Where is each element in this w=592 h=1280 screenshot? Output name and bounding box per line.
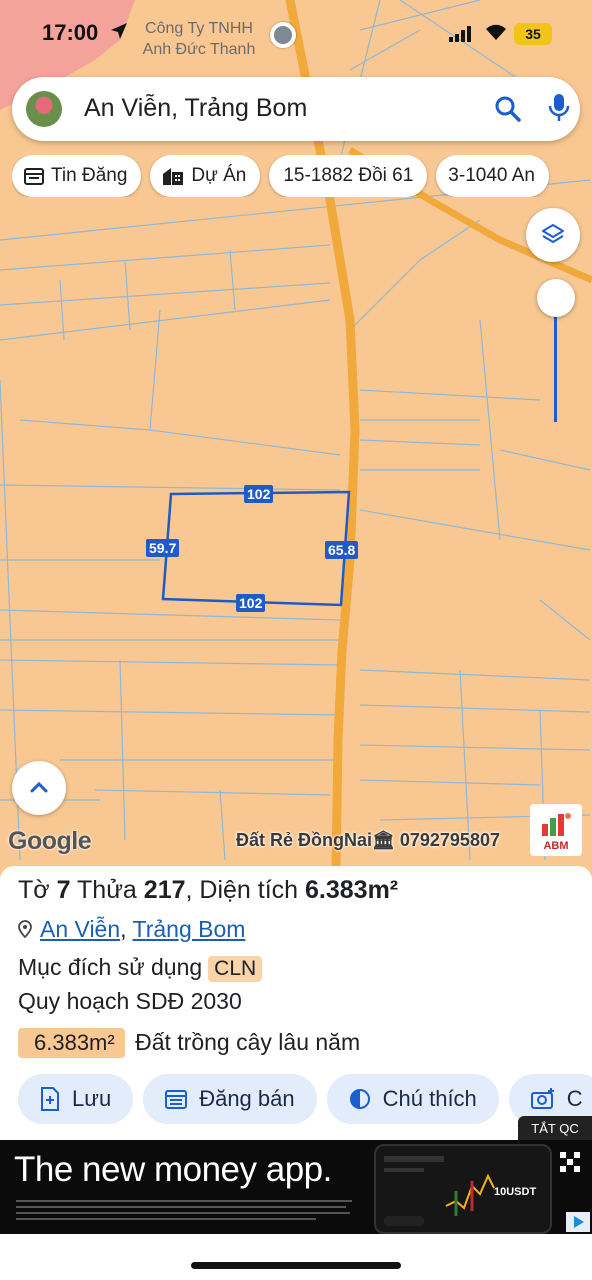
calendar-icon bbox=[24, 168, 44, 185]
location-separator: , bbox=[120, 916, 133, 942]
land-use-purpose: Mục đích sử dụng CLN bbox=[18, 954, 263, 982]
search-input[interactable]: An Viễn, Trảng Bom bbox=[84, 94, 307, 123]
wifi-icon bbox=[484, 22, 508, 47]
district-link[interactable]: Trảng Bom bbox=[133, 916, 246, 942]
action-buttons: Lưu Đăng bán Chú thích C bbox=[18, 1074, 592, 1124]
map-poi-label[interactable]: Công Ty TNHH Anh Đức Thanh bbox=[134, 18, 264, 60]
parcel-top-edge-label: 102 bbox=[244, 485, 274, 503]
calendar-list-icon bbox=[165, 1090, 188, 1109]
save-label: Lưu bbox=[72, 1086, 112, 1111]
cellular-signal-icon bbox=[449, 26, 471, 47]
battery-indicator: 35 bbox=[514, 23, 552, 45]
parcel-number: 217 bbox=[143, 876, 186, 904]
watermark-text: Đất Rẻ ĐồngNai🏛 0792795807 bbox=[236, 830, 500, 850]
avatar[interactable] bbox=[26, 91, 62, 127]
purpose-label: Mục đích sử dụng bbox=[18, 954, 203, 980]
planning-area-row: 6.383m² Đất trồng cây lâu năm bbox=[18, 1028, 360, 1058]
chip-parcel-2[interactable]: 3-1040 An bbox=[436, 155, 549, 197]
location-arrow-icon bbox=[110, 22, 128, 45]
chip-label: 15-1882 Đồi 61 bbox=[283, 165, 414, 186]
opacity-slider-track[interactable] bbox=[554, 300, 557, 422]
search-icon[interactable] bbox=[494, 95, 522, 128]
close-ad-button[interactable]: TẮT QC bbox=[518, 1116, 592, 1142]
chip-tin-dang[interactable]: Tin Đăng bbox=[12, 155, 142, 197]
planning-label: Quy hoạch SDĐ 2030 bbox=[18, 988, 242, 1014]
search-bar[interactable]: An Viễn, Trảng Bom bbox=[12, 77, 580, 141]
ad-phone-image: 10USDT bbox=[374, 1144, 552, 1234]
bottom-bar bbox=[0, 1234, 592, 1280]
title-mid: Thửa bbox=[70, 876, 144, 904]
opacity-slider-handle[interactable] bbox=[537, 279, 575, 317]
building-icon bbox=[163, 168, 184, 185]
poi-pin-icon[interactable] bbox=[270, 22, 296, 48]
post-for-sale-label: Đăng bán bbox=[199, 1086, 295, 1111]
parcel-bottom-edge-label: 102 bbox=[236, 594, 266, 612]
planning-area-badge: 6.383m² bbox=[18, 1028, 125, 1058]
chip-label: 3-1040 An bbox=[448, 165, 535, 186]
ad-headline: The new money app. bbox=[14, 1150, 332, 1189]
location-pin-icon bbox=[18, 917, 32, 944]
chip-label: Tin Đăng bbox=[51, 165, 128, 186]
save-button[interactable]: Lưu bbox=[18, 1074, 134, 1124]
legend-button[interactable]: Chú thích bbox=[326, 1074, 499, 1124]
ad-fine-print-placeholder bbox=[16, 1198, 356, 1229]
planning-land-type: Đất trồng cây lâu năm bbox=[135, 1029, 361, 1055]
status-time: 17:00 bbox=[42, 20, 99, 45]
half-circle-icon bbox=[349, 1089, 370, 1109]
layers-icon bbox=[542, 224, 564, 243]
status-bar: 17:00 Công Ty TNHH Anh Đức Thanh 35 bbox=[0, 0, 592, 70]
ad-usdt-text: 10USDT bbox=[494, 1186, 537, 1198]
ad-close-icon[interactable] bbox=[560, 1152, 580, 1177]
microphone-icon[interactable] bbox=[548, 93, 570, 128]
purpose-code-badge: CLN bbox=[208, 956, 263, 982]
post-for-sale-button[interactable]: Đăng bán bbox=[143, 1074, 317, 1124]
save-file-icon bbox=[41, 1087, 59, 1111]
parcel-right-edge-label: 65.8 bbox=[325, 541, 359, 559]
chevron-up-icon bbox=[30, 781, 48, 793]
parcel-title: Tờ 7 Thửa 217, Diện tích 6.383m² bbox=[18, 876, 398, 905]
add-photo-label: C bbox=[566, 1086, 583, 1111]
adchoices-icon[interactable] bbox=[566, 1212, 590, 1232]
commune-link[interactable]: An Viễn bbox=[40, 916, 120, 942]
parcel-location: An Viễn, Trảng Bom bbox=[18, 916, 245, 944]
camera-add-icon bbox=[530, 1088, 554, 1109]
parcel-left-edge-label: 59.7 bbox=[146, 539, 180, 557]
ad-banner[interactable]: The new money app. 10USDT bbox=[0, 1140, 592, 1234]
filter-chips: Tin Đăng Dự Án 15-1882 Đồi 61 3-1040 An bbox=[12, 155, 592, 197]
abm-logo: ABM bbox=[530, 804, 582, 856]
chip-label: Dự Án bbox=[191, 165, 247, 186]
expand-up-button[interactable] bbox=[12, 761, 66, 815]
title-prefix: Tờ bbox=[18, 876, 57, 904]
parcel-area: 6.383m² bbox=[305, 876, 399, 904]
chip-du-an[interactable]: Dự Án bbox=[150, 155, 261, 197]
title-area-label: , Diện tích bbox=[185, 876, 306, 904]
abm-logo-text: ABM bbox=[543, 840, 569, 852]
layers-button[interactable] bbox=[526, 208, 580, 262]
home-indicator[interactable] bbox=[191, 1262, 401, 1269]
google-logo: Google bbox=[8, 827, 92, 855]
sheet-number: 7 bbox=[56, 876, 71, 904]
legend-label: Chú thích bbox=[382, 1086, 477, 1111]
chip-parcel-1[interactable]: 15-1882 Đồi 61 bbox=[269, 155, 428, 197]
